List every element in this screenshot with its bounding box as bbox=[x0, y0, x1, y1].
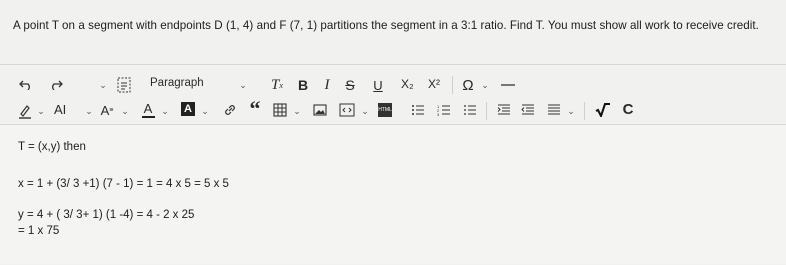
font-size-chevron-icon[interactable]: ⌄ bbox=[84, 105, 94, 117]
superscript-button[interactable]: X² bbox=[428, 77, 440, 91]
font-size-icon[interactable]: AI bbox=[54, 102, 66, 117]
special-char-icon[interactable]: Ω bbox=[461, 76, 475, 94]
image-icon[interactable] bbox=[312, 102, 328, 118]
outdent-icon[interactable] bbox=[520, 102, 536, 118]
omega-chevron-icon[interactable]: ⌄ bbox=[480, 79, 490, 91]
background-color-icon[interactable]: A bbox=[181, 102, 195, 116]
text-size-chevron-icon[interactable]: ⌄ bbox=[120, 105, 130, 117]
align-icon[interactable] bbox=[546, 102, 562, 118]
redo-icon[interactable] bbox=[48, 78, 64, 92]
paragraph-chevron-icon[interactable]: ⌄ bbox=[238, 79, 248, 91]
text-color-letter: A bbox=[143, 101, 153, 116]
text-color-icon[interactable]: A bbox=[141, 101, 155, 119]
sqrt-icon[interactable] bbox=[594, 102, 612, 118]
toolbar-divider-3 bbox=[584, 102, 585, 120]
content-line-4: = 1 x 75 bbox=[18, 225, 60, 237]
content-line-2: x = 1 + (3/ 3 +1) (7 - 1) = 1 = 4 x 5 = … bbox=[18, 178, 229, 190]
text-size-icon[interactable]: A ≡ bbox=[98, 101, 116, 119]
indent-icon[interactable] bbox=[496, 102, 512, 118]
link-icon[interactable] bbox=[222, 102, 238, 118]
svg-text:3: 3 bbox=[437, 112, 440, 116]
toolbar-row-2: ⌄ AI ⌄ A ≡ ⌄ A ⌄ A ⌄ “ ⌄ ⌄ HTML 123 ⌄ C bbox=[0, 96, 786, 127]
table-icon[interactable] bbox=[272, 102, 288, 118]
content-line-3: y = 4 + ( 3/ 3+ 1) (1 -4) = 4 - 2 x 25 bbox=[18, 209, 195, 221]
text-color-bar bbox=[141, 116, 155, 118]
html-icon[interactable]: HTML bbox=[378, 103, 392, 117]
toolbar-divider bbox=[452, 76, 453, 94]
text-color-chevron-icon[interactable]: ⌄ bbox=[160, 105, 170, 117]
bold-button[interactable]: B bbox=[296, 76, 310, 94]
ordered-list-icon[interactable] bbox=[410, 102, 426, 118]
undo-icon[interactable] bbox=[18, 78, 34, 92]
media-chevron-icon[interactable]: ⌄ bbox=[360, 105, 370, 117]
chevron-down-icon[interactable]: ⌄ bbox=[98, 79, 108, 91]
editor-content[interactable]: T = (x,y) then x = 1 + (3/ 3 +1) (7 - 1)… bbox=[0, 125, 786, 264]
bullet-list-icon[interactable]: 123 bbox=[436, 102, 452, 118]
blockquote-icon[interactable]: “ bbox=[247, 96, 263, 121]
chemistry-icon[interactable]: C bbox=[620, 100, 636, 118]
paragraph-select[interactable]: Paragraph bbox=[150, 77, 204, 89]
toolbar-row-1: ⌄ Paragraph ⌄ Tx B I S U X₂ X² Ω ⌄ bbox=[0, 70, 786, 100]
highlight-chevron-icon[interactable]: ⌄ bbox=[36, 105, 46, 117]
fullscreen-icon[interactable] bbox=[116, 76, 132, 93]
outdent-list-icon[interactable] bbox=[462, 102, 478, 118]
clear-format-icon[interactable]: Tx bbox=[268, 76, 286, 94]
content-line-1: T = (x,y) then bbox=[18, 141, 86, 153]
media-icon[interactable] bbox=[338, 102, 356, 118]
strikethrough-button[interactable]: S bbox=[344, 76, 356, 94]
background-color-chevron-icon[interactable]: ⌄ bbox=[200, 105, 210, 117]
underline-button[interactable]: U bbox=[372, 76, 384, 94]
horizontal-rule-icon[interactable] bbox=[500, 76, 516, 94]
highlight-icon[interactable] bbox=[18, 103, 32, 119]
subscript-button[interactable]: X₂ bbox=[401, 77, 414, 91]
table-chevron-icon[interactable]: ⌄ bbox=[292, 105, 302, 117]
question-text: A point T on a segment with endpoints D … bbox=[13, 19, 759, 32]
align-chevron-icon[interactable]: ⌄ bbox=[566, 105, 576, 117]
toolbar-divider-2 bbox=[486, 102, 487, 120]
italic-button[interactable]: I bbox=[321, 76, 333, 94]
